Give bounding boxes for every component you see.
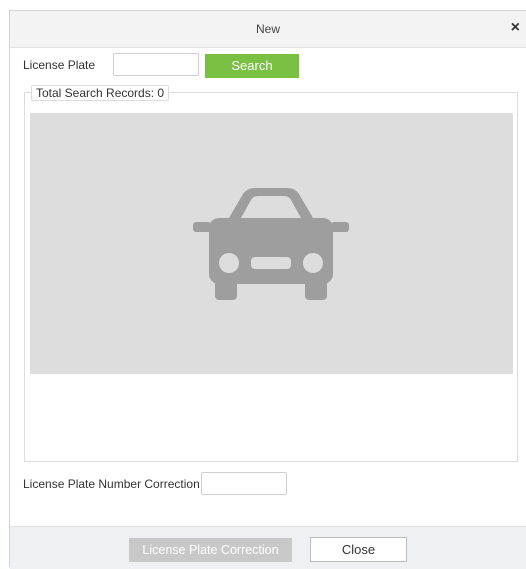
- plate-correction-row: License Plate Number Correction: [23, 472, 423, 496]
- dialog-footer: License Plate Correction Close: [10, 526, 526, 569]
- license-plate-correction-button[interactable]: License Plate Correction: [129, 538, 292, 562]
- license-plate-input[interactable]: [113, 53, 199, 76]
- search-button[interactable]: Search: [205, 54, 299, 78]
- dialog-title: New: [255, 22, 280, 36]
- license-plate-search-row: License Plate Search: [23, 53, 423, 79]
- total-search-records-label: Total Search Records: 0: [31, 85, 170, 101]
- car-icon: [193, 188, 349, 300]
- dialog-titlebar: New ×: [10, 11, 526, 48]
- new-dialog: New × License Plate Search Total Search …: [9, 10, 526, 569]
- plate-correction-label: License Plate Number Correction: [23, 477, 200, 491]
- search-records-panel: Total Search Records: 0: [24, 85, 518, 462]
- close-icon[interactable]: ×: [511, 19, 520, 37]
- close-button[interactable]: Close: [310, 537, 407, 562]
- license-plate-label: License Plate: [23, 58, 96, 72]
- plate-correction-input[interactable]: [201, 472, 287, 495]
- vehicle-image-placeholder: [30, 113, 513, 374]
